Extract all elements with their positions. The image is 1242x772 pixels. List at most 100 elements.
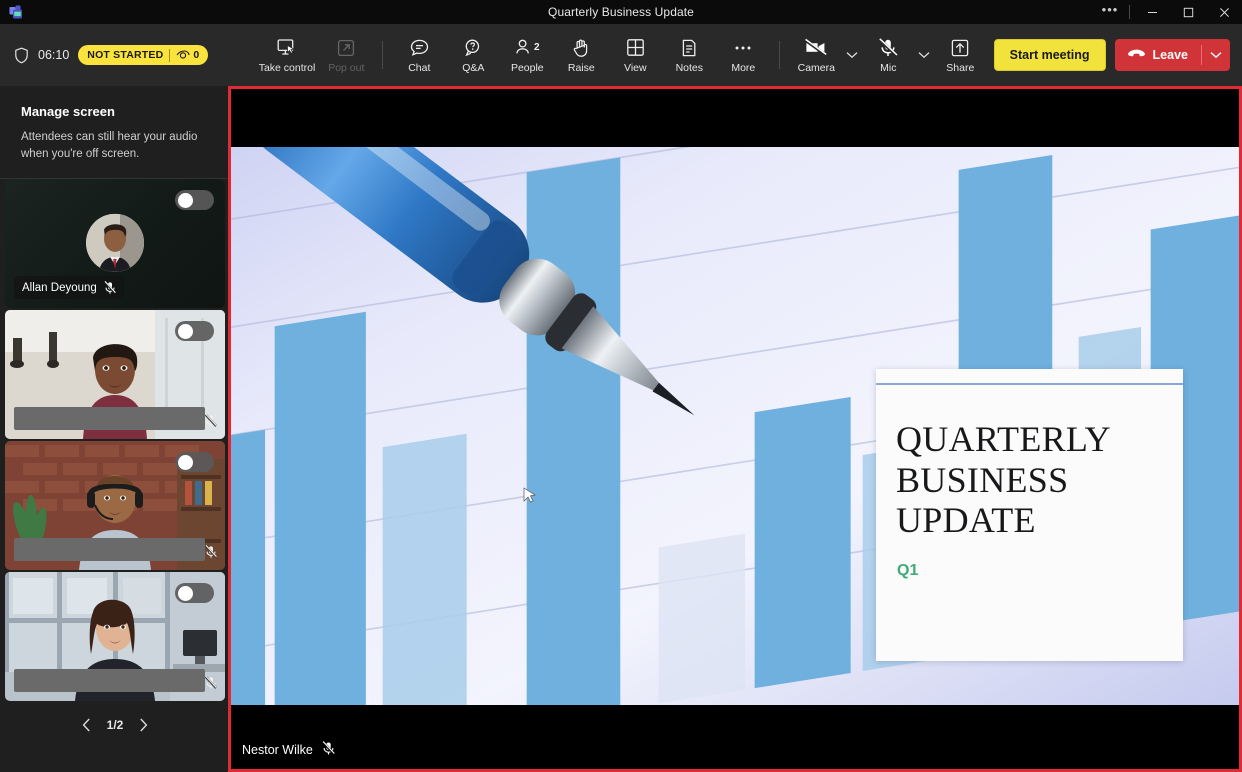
screen-toggle[interactable]	[175, 321, 214, 342]
camera-button[interactable]: Camera	[789, 29, 843, 81]
camera-options-chevron-down-icon[interactable]	[843, 29, 861, 81]
participant-tile-list: Allan Deyoung	[0, 179, 230, 702]
slide-subtitle: Q1	[897, 562, 919, 579]
raise-label: Raise	[567, 61, 595, 74]
mic-muted-icon	[103, 280, 116, 295]
window-title: Quarterly Business Update	[548, 5, 694, 19]
participant-name: Allan Deyoung	[22, 281, 97, 294]
more-button[interactable]: More	[716, 29, 770, 81]
close-icon[interactable]	[1206, 0, 1242, 24]
titlebar-divider	[1129, 5, 1130, 19]
meeting-timer: 06:10	[38, 48, 70, 62]
participant-tile[interactable]	[5, 572, 225, 702]
screen-cursor-icon	[276, 37, 298, 59]
participant-name-badge	[14, 669, 205, 693]
view-button[interactable]: View	[608, 29, 662, 81]
toolbar-divider-1	[382, 41, 384, 69]
manage-screen-sidebar: Manage screen Attendees can still hear y…	[0, 86, 230, 772]
presenter-name-badge: Nestor Wilke	[242, 741, 335, 759]
toolbar-left-group: 06:10 NOT STARTED 0	[0, 45, 209, 65]
chat-button[interactable]: Chat	[392, 29, 446, 81]
mic-muted-icon	[205, 414, 217, 428]
people-button[interactable]: 2 People	[500, 29, 554, 81]
pop-out-label: Pop out	[328, 61, 365, 74]
screen-toggle[interactable]	[175, 190, 214, 211]
view-label: View	[624, 61, 647, 74]
leave-label: Leave	[1152, 48, 1188, 62]
tile-pager: 1/2	[0, 707, 230, 743]
screen-toggle[interactable]	[175, 583, 214, 604]
maximize-icon[interactable]	[1170, 0, 1206, 24]
pop-out-icon	[336, 37, 356, 59]
sidebar-title: Manage screen	[21, 104, 115, 119]
raise-hand-button[interactable]: Raise	[554, 29, 608, 81]
leave-chevron-down-icon[interactable]	[1202, 39, 1230, 71]
toolbar-divider-2	[779, 41, 781, 69]
chevron-right-icon[interactable]	[139, 718, 148, 732]
share-up-arrow-icon	[950, 37, 970, 59]
toggle-knob	[178, 192, 193, 208]
mic-muted-icon	[205, 545, 217, 559]
viewer-count-group: 0	[176, 49, 199, 61]
take-control-button[interactable]: Take control	[255, 29, 320, 81]
participant-tile[interactable]: Allan Deyoung	[5, 179, 225, 309]
shared-content-stage[interactable]: QUARTERLY BUSINESS UPDATE Q1 Nestor Wilk…	[228, 86, 1242, 772]
take-control-label: Take control	[258, 61, 316, 74]
raise-hand-icon	[572, 37, 590, 59]
hangup-icon	[1127, 48, 1146, 62]
share-label: Share	[946, 61, 975, 74]
more-label: More	[731, 61, 756, 74]
chat-label: Chat	[408, 61, 431, 74]
slide-accent-rule	[876, 383, 1183, 385]
mic-muted-icon	[205, 676, 217, 690]
pager-label: 1/2	[106, 718, 124, 733]
participant-name-badge	[14, 407, 205, 431]
toggle-knob	[178, 323, 193, 339]
mic-button[interactable]: Mic	[861, 29, 915, 81]
participant-tile[interactable]	[5, 441, 225, 571]
mic-label: Mic	[880, 61, 897, 74]
people-label: People	[510, 61, 544, 74]
chevron-left-icon[interactable]	[82, 718, 91, 732]
titlebar-more-button[interactable]: •••	[1095, 0, 1125, 24]
teams-logo-icon	[0, 5, 34, 20]
participant-name-badge: Allan Deyoung	[14, 276, 124, 300]
camera-off-icon	[804, 37, 828, 59]
share-button[interactable]: Share	[933, 29, 987, 81]
avatar	[86, 213, 144, 272]
minimize-icon[interactable]	[1134, 0, 1170, 24]
teams-meeting-window: Quarterly Business Update ••• 06:10 NOT …	[0, 0, 1242, 772]
eye-icon	[176, 50, 190, 59]
leave-button[interactable]: Leave	[1115, 39, 1201, 71]
toggle-knob	[178, 454, 193, 470]
mic-options-chevron-down-icon[interactable]	[915, 29, 933, 81]
presenter-name: Nestor Wilke	[242, 743, 313, 757]
notes-button[interactable]: Notes	[662, 29, 716, 81]
mouse-cursor-icon	[523, 487, 537, 510]
participant-tile[interactable]	[5, 310, 225, 440]
participant-name-badge	[14, 538, 205, 562]
presentation-slide: QUARTERLY BUSINESS UPDATE Q1	[231, 147, 1239, 705]
start-meeting-button[interactable]: Start meeting	[993, 39, 1106, 71]
people-count-badge: 2	[534, 42, 540, 53]
notes-icon	[680, 37, 698, 59]
mic-off-icon	[878, 37, 899, 59]
camera-label: Camera	[797, 61, 835, 74]
viewer-count: 0	[193, 49, 200, 61]
slide-title: QUARTERLY BUSINESS UPDATE	[896, 419, 1110, 541]
status-badge: NOT STARTED 0	[78, 45, 209, 65]
question-bubble-icon	[463, 37, 484, 59]
qa-button[interactable]: Q&A	[446, 29, 500, 81]
toggle-knob	[178, 585, 193, 601]
leave-button-group: Leave	[1114, 39, 1230, 71]
status-badge-text: NOT STARTED	[87, 49, 164, 61]
toolbar-right-group: Start meeting Leave	[993, 39, 1242, 71]
mic-muted-icon	[321, 741, 335, 759]
grid-view-icon	[626, 37, 645, 59]
status-badge-divider	[169, 48, 171, 62]
title-bar: Quarterly Business Update •••	[0, 0, 1242, 24]
slide-title-card: QUARTERLY BUSINESS UPDATE Q1	[876, 369, 1183, 661]
pop-out-button[interactable]: Pop out	[319, 29, 373, 81]
notes-label: Notes	[675, 61, 704, 74]
screen-toggle[interactable]	[175, 452, 214, 473]
